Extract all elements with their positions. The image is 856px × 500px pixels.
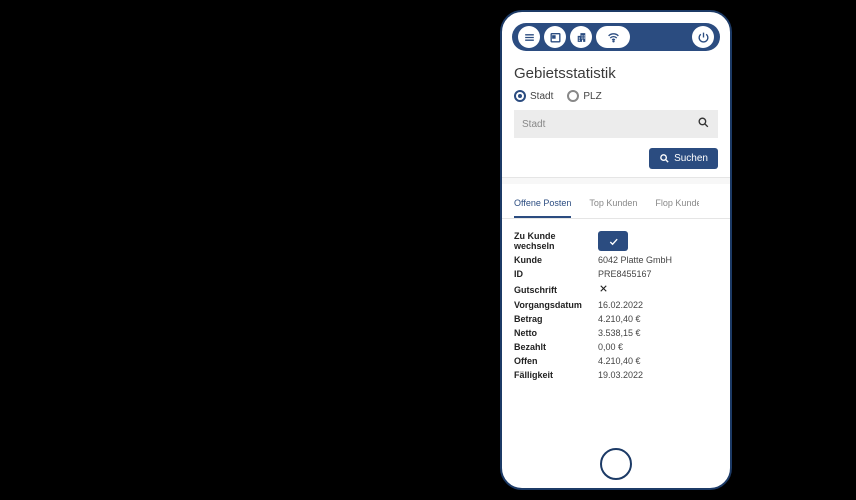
detail-label: Bezahlt <box>514 342 598 352</box>
tab-offene-posten[interactable]: Offene Posten <box>514 190 571 218</box>
detail-label: ID <box>514 269 598 279</box>
detail-row: Gutschrift <box>514 281 718 298</box>
tab-flop-kunden[interactable]: Flop Kunden <box>655 190 699 218</box>
detail-value: 4.210,40 € <box>598 356 718 366</box>
search-icon <box>697 116 710 132</box>
detail-row: Kunde6042 Platte GmbH <box>514 253 718 267</box>
search-input[interactable]: Stadt <box>514 110 718 138</box>
detail-label: Netto <box>514 328 598 338</box>
detail-row: Betrag4.210,40 € <box>514 312 718 326</box>
detail-value: PRE8455167 <box>598 269 718 279</box>
radio-stadt[interactable]: Stadt <box>514 90 553 102</box>
detail-row: Netto3.538,15 € <box>514 326 718 340</box>
zu-kunde-label: Zu Kunde wechseln <box>514 231 598 251</box>
detail-value: 19.03.2022 <box>598 370 718 380</box>
detail-label: Fälligkeit <box>514 370 598 380</box>
power-icon[interactable] <box>692 26 714 48</box>
content: Gebietsstatistik Stadt PLZ Stadt Suchen <box>502 51 730 451</box>
calendar-icon[interactable] <box>544 26 566 48</box>
detail-row: Offen4.210,40 € <box>514 354 718 368</box>
home-button[interactable] <box>600 448 632 480</box>
detail-value <box>598 283 718 296</box>
detail-label: Kunde <box>514 255 598 265</box>
wifi-icon[interactable] <box>596 26 630 48</box>
detail-row: Fälligkeit19.03.2022 <box>514 368 718 382</box>
page-title: Gebietsstatistik <box>514 65 718 82</box>
radio-plz[interactable]: PLZ <box>567 90 601 102</box>
detail-row: Vorgangsdatum16.02.2022 <box>514 298 718 312</box>
detail-label: Offen <box>514 356 598 366</box>
detail-value: 3.538,15 € <box>598 328 718 338</box>
detail-label: Betrag <box>514 314 598 324</box>
close-icon <box>598 286 609 296</box>
detail-label: Vorgangsdatum <box>514 300 598 310</box>
search-button[interactable]: Suchen <box>649 148 718 169</box>
filter-radios: Stadt PLZ <box>514 90 718 102</box>
detail-row: IDPRE8455167 <box>514 267 718 281</box>
detail-value: 4.210,40 € <box>598 314 718 324</box>
tab-top-kunden[interactable]: Top Kunden <box>589 190 637 218</box>
detail-value: 6042 Platte GmbH <box>598 255 718 265</box>
building-icon[interactable] <box>570 26 592 48</box>
phone-frame: Gebietsstatistik Stadt PLZ Stadt Suchen <box>500 10 732 490</box>
detail-value: 16.02.2022 <box>598 300 718 310</box>
menu-icon[interactable] <box>518 26 540 48</box>
detail-panel: Zu Kunde wechseln Kunde6042 Platte GmbHI… <box>514 229 718 382</box>
top-nav <box>512 23 720 51</box>
tabs: Offene Posten Top Kunden Flop Kunden <box>502 190 730 219</box>
detail-label: Gutschrift <box>514 285 598 295</box>
zu-kunde-button[interactable] <box>598 231 628 251</box>
detail-value: 0,00 € <box>598 342 718 352</box>
detail-row: Bezahlt0,00 € <box>514 340 718 354</box>
